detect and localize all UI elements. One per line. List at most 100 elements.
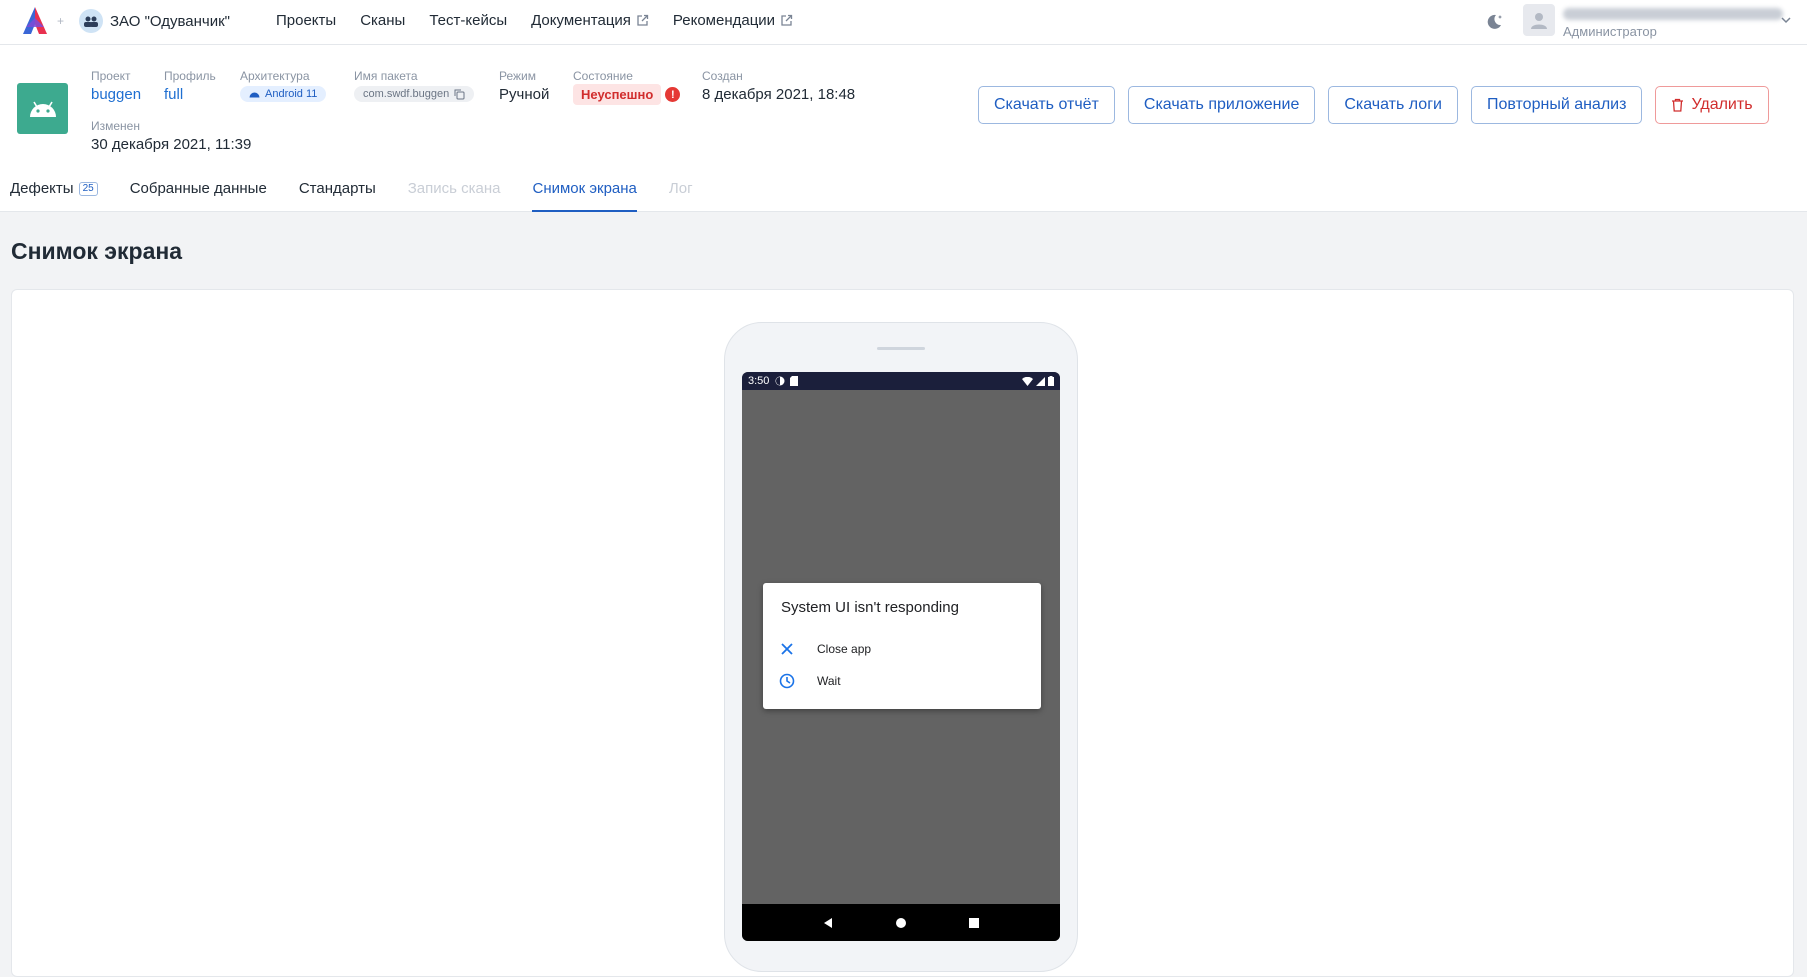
download-app-button[interactable]: Скачать приложение — [1127, 86, 1316, 124]
back-icon[interactable] — [822, 917, 834, 929]
tab-screenshot[interactable]: Снимок экрана — [532, 180, 637, 212]
anr-dialog: System UI isn't responding Close app Wai… — [763, 583, 1041, 709]
phone-frame: 3:50 System UI isn't responding Close ap… — [724, 322, 1078, 972]
meta-mode: Режим Ручной — [499, 69, 549, 105]
external-link-icon — [637, 14, 649, 26]
signal-icon — [1036, 376, 1045, 386]
nav-label: Рекомендации — [672, 12, 776, 29]
error-icon[interactable]: ! — [665, 87, 681, 103]
arch-badge: Android 11 — [240, 86, 327, 102]
user-email-blurred — [1563, 8, 1783, 20]
close-app-label: Close app — [817, 642, 872, 656]
tab-label: Снимок экрана — [532, 180, 637, 197]
external-link-icon — [781, 14, 793, 26]
battery-icon — [1048, 376, 1054, 386]
package-badge: com.swdf.buggen — [354, 86, 475, 102]
scan-actions: Скачать отчёт Скачать приложение Скачать… — [978, 86, 1769, 124]
tab-label: Стандарты — [298, 180, 376, 197]
trash-icon — [1672, 98, 1684, 112]
meta-architecture: Архитектура Android 11 — [240, 69, 327, 103]
wait-option[interactable]: Wait — [779, 673, 841, 689]
tab-label: Собранные данные — [129, 180, 267, 197]
meta-label: Режим — [499, 69, 536, 83]
meta-label: Имя пакета — [354, 69, 418, 83]
org-switcher[interactable]: ЗАО "Одуванчик" — [79, 9, 230, 33]
copy-icon[interactable] — [454, 89, 465, 100]
meta-label: Состояние — [573, 69, 633, 83]
delete-label: Удалить — [1691, 96, 1753, 113]
settings-icon — [775, 376, 785, 386]
device-status-bar: 3:50 — [742, 372, 1060, 390]
moon-icon[interactable] — [1484, 12, 1504, 32]
defects-count-badge: 25 — [78, 182, 98, 196]
reanalyze-button[interactable]: Повторный анализ — [1470, 86, 1643, 124]
project-link[interactable]: buggen — [91, 85, 141, 105]
device-time: 3:50 — [748, 375, 770, 387]
close-app-option[interactable]: Close app — [779, 641, 871, 657]
delete-button[interactable]: Удалить — [1655, 86, 1769, 124]
nav-documentation[interactable]: Документация — [531, 12, 649, 29]
wifi-icon — [1022, 376, 1033, 386]
tab-scan-recording: Запись скана — [408, 180, 501, 212]
package-value: com.swdf.buggen — [363, 88, 450, 100]
scan-tabs: Дефекты 25 Собранные данные Стандарты За… — [10, 180, 693, 212]
download-logs-button[interactable]: Скачать логи — [1328, 86, 1458, 124]
main-nav: Проекты Сканы Тест-кейсы Документация Ре… — [276, 12, 793, 29]
profile-link[interactable]: full — [164, 85, 216, 105]
modified-value: 30 декабря 2021, 11:39 — [91, 136, 252, 153]
tab-collected-data[interactable]: Собранные данные — [130, 180, 267, 212]
nav-scans[interactable]: Сканы — [360, 12, 405, 29]
meta-package: Имя пакета com.swdf.buggen — [354, 69, 475, 102]
download-report-button[interactable]: Скачать отчёт — [978, 86, 1115, 124]
device-screenshot: 3:50 System UI isn't responding Close ap… — [742, 372, 1060, 941]
status-badge: Неуспешно — [573, 84, 662, 105]
tab-label: Запись скана — [407, 180, 501, 197]
created-value: 8 декабря 2021, 18:48 — [702, 86, 856, 103]
meta-label: Профиль — [164, 69, 216, 83]
status-icons — [775, 376, 799, 386]
status-right-icons — [1022, 376, 1054, 386]
android-icon — [249, 92, 260, 97]
tab-log: Лог — [669, 180, 693, 212]
clock-icon — [779, 673, 795, 689]
meta-state: Состояние Неуспешно! — [573, 69, 681, 105]
phone-speaker — [877, 347, 925, 350]
recents-icon[interactable] — [968, 917, 980, 929]
device-nav-bar — [742, 904, 1060, 941]
close-icon — [781, 643, 793, 655]
meta-label: Проект — [91, 69, 131, 83]
meta-profile: Профиль full — [164, 69, 216, 105]
chevron-down-icon[interactable] — [1780, 14, 1792, 26]
page-title: Снимок экрана — [11, 238, 183, 264]
app-logo[interactable] — [18, 6, 52, 36]
nav-label: Сканы — [360, 12, 406, 29]
sd-card-icon — [790, 376, 799, 386]
wait-label: Wait — [817, 674, 841, 688]
org-name: ЗАО "Одуванчик" — [110, 12, 230, 30]
tab-label: Дефекты — [10, 180, 74, 197]
meta-label: Архитектура — [240, 69, 310, 83]
nav-projects[interactable]: Проекты — [276, 12, 336, 29]
avatar — [1523, 4, 1555, 36]
android-app-icon — [17, 83, 68, 134]
user-role: Администратор — [1563, 24, 1657, 39]
tab-standards[interactable]: Стандарты — [299, 180, 376, 212]
meta-created: Создан 8 декабря 2021, 18:48 — [702, 69, 855, 105]
nav-label: Проекты — [276, 12, 337, 29]
plus-icon: + — [57, 14, 65, 28]
nav-test-cases[interactable]: Тест-кейсы — [429, 12, 507, 29]
arch-value: Android 11 — [265, 88, 318, 100]
user-menu[interactable]: Администратор — [1523, 4, 1783, 39]
tab-label: Лог — [668, 180, 693, 197]
home-icon[interactable] — [895, 917, 907, 929]
user-info: Администратор — [1563, 4, 1783, 39]
tab-defects[interactable]: Дефекты 25 — [10, 180, 98, 212]
nav-label: Документация — [531, 12, 631, 29]
top-bar: + ЗАО "Одуванчик" Проекты Сканы Тест-кей… — [0, 0, 1807, 45]
nav-label: Тест-кейсы — [429, 12, 508, 29]
meta-label: Создан — [702, 69, 743, 83]
dialog-title: System UI isn't responding — [781, 599, 959, 616]
meta-project: Проект buggen — [91, 69, 141, 105]
meta-modified: Изменен 30 декабря 2021, 11:39 — [91, 119, 251, 155]
nav-recommendations[interactable]: Рекомендации — [673, 12, 793, 29]
